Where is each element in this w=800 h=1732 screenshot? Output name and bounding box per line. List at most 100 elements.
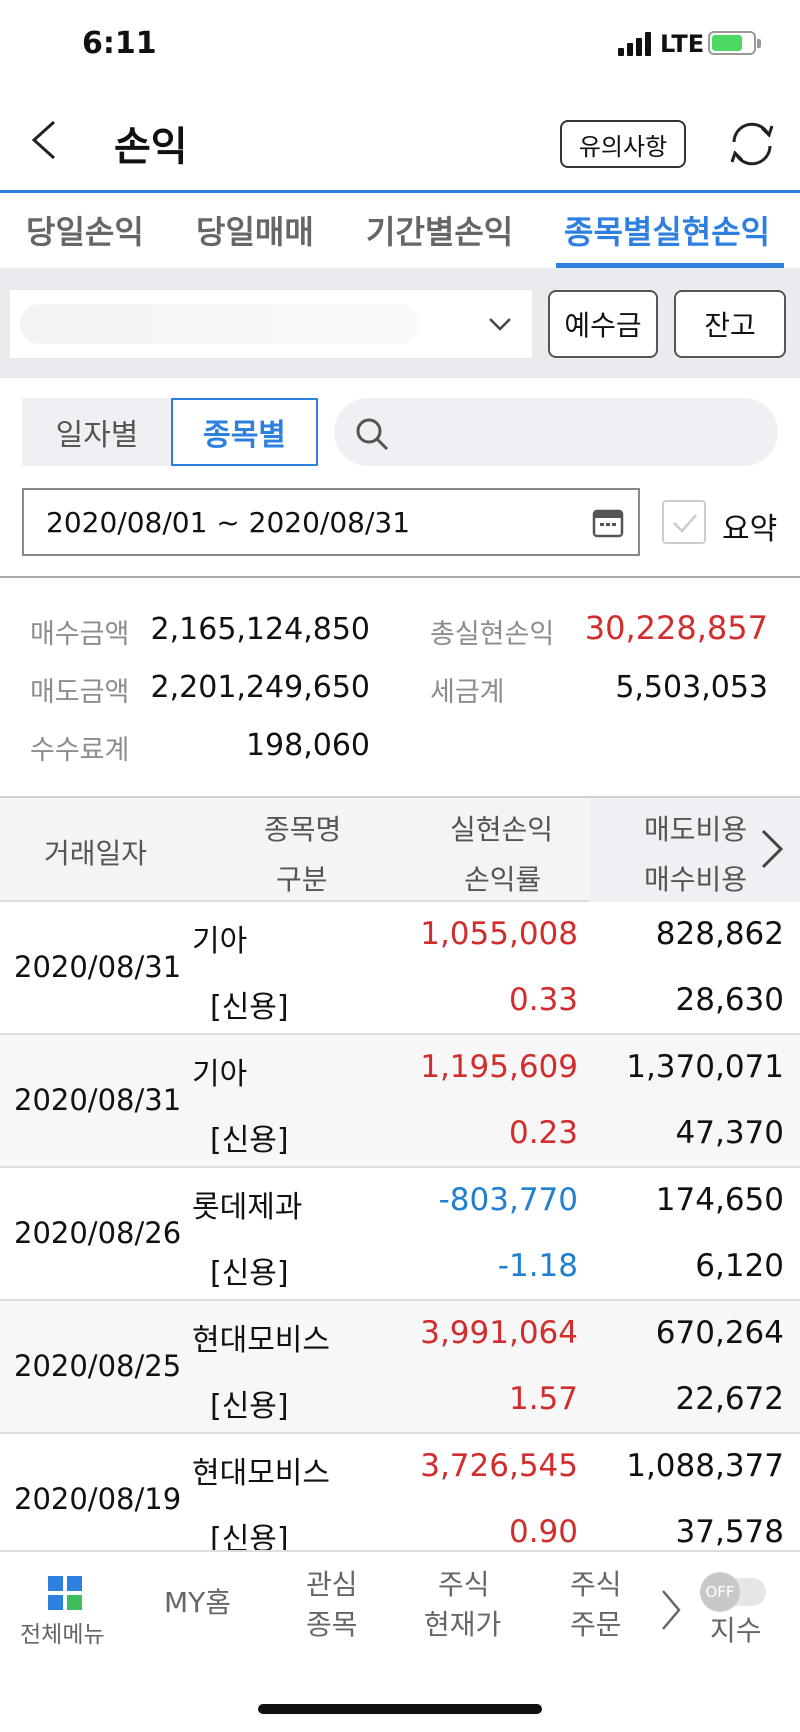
row-sell-cost: 174,650 xyxy=(655,1182,784,1218)
page-title: 손익 xyxy=(114,124,188,170)
header-buy-cost: 매수비용 xyxy=(644,863,748,896)
tax-label: 세금계 xyxy=(430,677,505,708)
signal-icon xyxy=(618,32,654,56)
refresh-icon[interactable] xyxy=(726,118,778,170)
row-date: 2020/08/31 xyxy=(14,1083,182,1117)
grid-icon xyxy=(48,1576,82,1610)
row-buy-cost: 22,672 xyxy=(675,1381,784,1417)
status-bar: 6:11 LTE xyxy=(0,0,800,90)
header-rate: 손익률 xyxy=(464,863,542,896)
row-date: 2020/08/25 xyxy=(14,1349,182,1383)
nav-watchlist-line1: 관심 xyxy=(306,1568,358,1601)
nav-price-line2: 현재가 xyxy=(424,1608,502,1641)
row-pl: -803,770 xyxy=(438,1182,578,1218)
row-rate: 0.33 xyxy=(508,982,578,1018)
notice-button[interactable]: 유의사항 xyxy=(560,120,686,168)
filter-by-item[interactable]: 종목별 xyxy=(171,398,318,466)
table-row[interactable]: 2020/08/25 현대모비스 [신용] 3,991,064 1.57 670… xyxy=(0,1301,800,1434)
row-rate: 0.23 xyxy=(508,1115,578,1151)
app-header: 손익 유의사항 xyxy=(0,90,800,190)
row-date: 2020/08/31 xyxy=(14,950,182,984)
fee-value: 198,060 xyxy=(245,728,370,763)
table-row[interactable]: 2020/08/19 현대모비스 [신용] 3,726,545 0.90 1,0… xyxy=(0,1434,800,1550)
checkmark-icon xyxy=(673,514,697,533)
fee-label: 수수료계 xyxy=(30,735,130,766)
table-header: 거래일자 종목명 구분 실현손익 손익률 매도비용 매수비용 xyxy=(0,798,800,902)
filter-by-date[interactable]: 일자별 xyxy=(22,398,172,466)
sell-amount-label: 매도금액 xyxy=(30,677,130,708)
tab-period-pl[interactable]: 기간별손익 xyxy=(366,207,513,253)
date-range-text: 2020/08/01 ~ 2020/08/31 xyxy=(46,505,411,539)
nav-order-line1: 주식 xyxy=(570,1568,622,1601)
header-sell-cost: 매도비용 xyxy=(644,813,748,846)
nav-price-line1: 주식 xyxy=(438,1568,490,1601)
header-pl: 실현손익 xyxy=(450,813,554,846)
balance-button[interactable]: 잔고 xyxy=(674,290,786,358)
table-row[interactable]: 2020/08/31 기아 [신용] 1,195,609 0.23 1,370,… xyxy=(0,1035,800,1168)
row-sell-cost: 670,264 xyxy=(655,1315,784,1351)
row-type: [신용] xyxy=(210,1123,289,1158)
row-sell-cost: 1,370,071 xyxy=(626,1049,784,1085)
nav-watchlist-line2: 종목 xyxy=(306,1608,358,1641)
index-toggle[interactable]: OFF xyxy=(700,1572,766,1612)
search-input[interactable] xyxy=(334,398,778,466)
row-date: 2020/08/26 xyxy=(14,1216,182,1250)
row-pl: 1,055,008 xyxy=(420,916,578,952)
row-buy-cost: 28,630 xyxy=(675,982,784,1018)
chevron-right-icon[interactable] xyxy=(660,1588,682,1632)
total-pl-label: 총실현손익 xyxy=(430,619,555,650)
back-arrow-icon[interactable] xyxy=(26,118,66,162)
account-bar: 예수금 잔고 xyxy=(0,268,800,378)
row-buy-cost: 47,370 xyxy=(675,1115,784,1151)
row-type: [신용] xyxy=(210,1256,289,1291)
sell-amount-value: 2,201,249,650 xyxy=(150,670,370,705)
deposit-button[interactable]: 예수금 xyxy=(548,290,658,358)
nav-all-menu-label: 전체메뉴 xyxy=(20,1622,105,1648)
row-name: 롯데제과 xyxy=(192,1190,303,1225)
summary-checkbox[interactable] xyxy=(662,500,706,544)
row-type: [신용] xyxy=(210,1522,289,1550)
row-sell-cost: 1,088,377 xyxy=(626,1448,784,1484)
calendar-icon[interactable] xyxy=(592,508,624,538)
row-name: 기아 xyxy=(192,1057,248,1092)
header-type: 구분 xyxy=(276,863,328,896)
row-rate: -1.18 xyxy=(497,1248,578,1284)
date-range-field[interactable]: 2020/08/01 ~ 2020/08/31 xyxy=(22,488,640,556)
row-name: 현대모비스 xyxy=(192,1323,330,1358)
nav-index-label: 지수 xyxy=(710,1614,762,1647)
search-icon xyxy=(356,418,389,451)
account-select[interactable] xyxy=(10,290,532,358)
row-name: 기아 xyxy=(192,924,248,959)
row-pl: 3,726,545 xyxy=(420,1448,578,1484)
nav-order-line2: 주문 xyxy=(570,1608,622,1641)
home-indicator xyxy=(258,1704,542,1714)
row-pl: 1,195,609 xyxy=(420,1049,578,1085)
summary-label: 요약 xyxy=(722,512,778,547)
chevron-down-icon xyxy=(489,318,511,331)
chevron-right-icon[interactable] xyxy=(760,828,784,870)
tax-value: 5,503,053 xyxy=(615,670,768,705)
table-row[interactable]: 2020/08/26 롯데제과 [신용] -803,770 -1.18 174,… xyxy=(0,1168,800,1301)
battery-icon xyxy=(708,31,761,55)
account-number-masked xyxy=(20,304,420,344)
row-rate: 1.57 xyxy=(508,1381,578,1417)
row-type: [신용] xyxy=(210,1389,289,1424)
status-time: 6:11 xyxy=(82,26,157,61)
row-name: 현대모비스 xyxy=(192,1456,330,1491)
row-buy-cost: 6,120 xyxy=(695,1248,784,1284)
row-date: 2020/08/19 xyxy=(14,1482,182,1516)
pl-table-body: 2020/08/31 기아 [신용] 1,055,008 0.33 828,86… xyxy=(0,902,800,1550)
tab-item-realized-pl[interactable]: 종목별실현손익 xyxy=(564,207,770,253)
row-type: [신용] xyxy=(210,990,289,1025)
tab-daily-trade[interactable]: 당일매매 xyxy=(196,207,314,253)
header-name: 종목명 xyxy=(264,813,342,846)
row-sell-cost: 828,862 xyxy=(655,916,784,952)
row-rate: 0.90 xyxy=(508,1514,578,1550)
table-row[interactable]: 2020/08/31 기아 [신용] 1,055,008 0.33 828,86… xyxy=(0,902,800,1035)
network-label: LTE xyxy=(660,30,705,58)
buy-amount-label: 매수금액 xyxy=(30,619,130,650)
total-pl-value: 30,228,857 xyxy=(584,609,768,647)
nav-my-home[interactable]: MY홈 xyxy=(164,1584,231,1622)
tab-daily-pl[interactable]: 당일손익 xyxy=(26,207,144,253)
header-date: 거래일자 xyxy=(44,837,148,870)
